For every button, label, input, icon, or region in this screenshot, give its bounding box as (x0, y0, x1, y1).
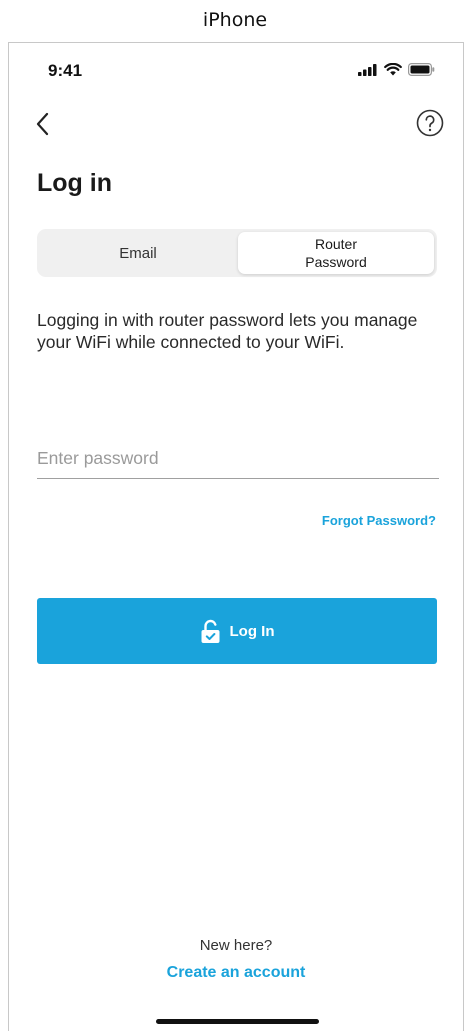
status-time: 9:41 (48, 61, 83, 80)
home-indicator (156, 1019, 319, 1024)
forgot-password-link[interactable]: Forgot Password? (322, 513, 436, 528)
login-button[interactable]: Log In (37, 598, 437, 664)
screenshot-page: iPhone 9:41 Log in Email Router Password… (0, 0, 470, 1031)
login-method-tabs: Email Router Password (37, 229, 437, 277)
password-input[interactable] (37, 443, 439, 479)
device-caption: iPhone (202, 9, 268, 31)
wifi-icon (384, 63, 402, 76)
login-description: Logging in with router password lets you… (37, 310, 418, 352)
login-button-label: Log In (229, 622, 275, 640)
create-account-link[interactable]: Create an account (9, 964, 463, 982)
phone-screen: 9:41 Log in Email Router Password Loggin… (8, 42, 464, 1031)
tab-router-password-line1: Router (314, 236, 358, 252)
signal-icon (358, 63, 377, 76)
battery-icon (408, 63, 435, 76)
lock-open-icon (201, 619, 219, 643)
tab-router-password-line2: Password (305, 254, 367, 270)
tab-email[interactable]: Email (40, 232, 236, 274)
tab-router-password-label: Router Password (305, 235, 366, 271)
nav-bar (9, 109, 463, 139)
status-bar: 9:41 (9, 59, 463, 83)
chevron-left-icon[interactable] (33, 111, 53, 137)
status-icons (358, 63, 435, 76)
new-here-text: New here? (199, 937, 273, 954)
tab-router-password[interactable]: Router Password (238, 232, 434, 274)
tab-email-label: Email (119, 244, 157, 262)
page-title: Log in (37, 169, 112, 197)
question-circle-icon[interactable] (416, 109, 444, 137)
